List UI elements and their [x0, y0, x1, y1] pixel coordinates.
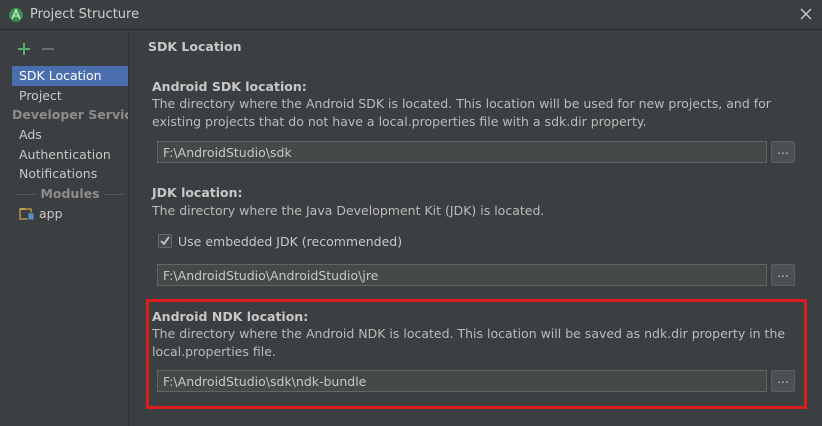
sidebar-item-ads[interactable]: Ads — [12, 125, 128, 145]
sidebar-item-authentication[interactable]: Authentication — [12, 145, 128, 165]
sidebar-section-developer-services: Developer Services — [12, 107, 128, 122]
jdk-description: The directory where the Java Development… — [152, 203, 545, 218]
close-icon[interactable] — [798, 6, 814, 22]
jdk-path-field[interactable] — [157, 264, 767, 286]
sidebar-item-notifications[interactable]: Notifications — [12, 164, 128, 184]
add-icon[interactable] — [16, 41, 32, 57]
sidebar: SDK Location Project Developer Services … — [0, 31, 129, 426]
jdk-label: JDK location: — [152, 185, 243, 200]
embedded-jdk-label: Use embedded JDK (recommended) — [178, 234, 403, 249]
sidebar-item-project[interactable]: Project — [12, 86, 128, 106]
title-bar: Project Structure — [0, 0, 822, 30]
android-sdk-label: Android SDK location: — [152, 79, 307, 94]
remove-icon[interactable] — [40, 41, 56, 57]
ndk-highlight-box — [146, 299, 807, 409]
page-title: SDK Location — [148, 39, 242, 54]
sidebar-item-sdk-location[interactable]: SDK Location — [12, 66, 128, 86]
android-sdk-browse-button[interactable]: ... — [771, 141, 795, 163]
window-title: Project Structure — [30, 7, 140, 22]
android-sdk-path-field[interactable] — [157, 141, 767, 163]
embedded-jdk-checkbox[interactable] — [158, 234, 172, 248]
modules-header: Modules — [12, 184, 128, 204]
android-studio-icon — [8, 7, 24, 23]
jdk-browse-button[interactable]: ... — [771, 264, 795, 286]
sidebar-item-module-app[interactable]: app — [32, 204, 128, 224]
android-sdk-description: The directory where the Android SDK is l… — [152, 96, 771, 129]
